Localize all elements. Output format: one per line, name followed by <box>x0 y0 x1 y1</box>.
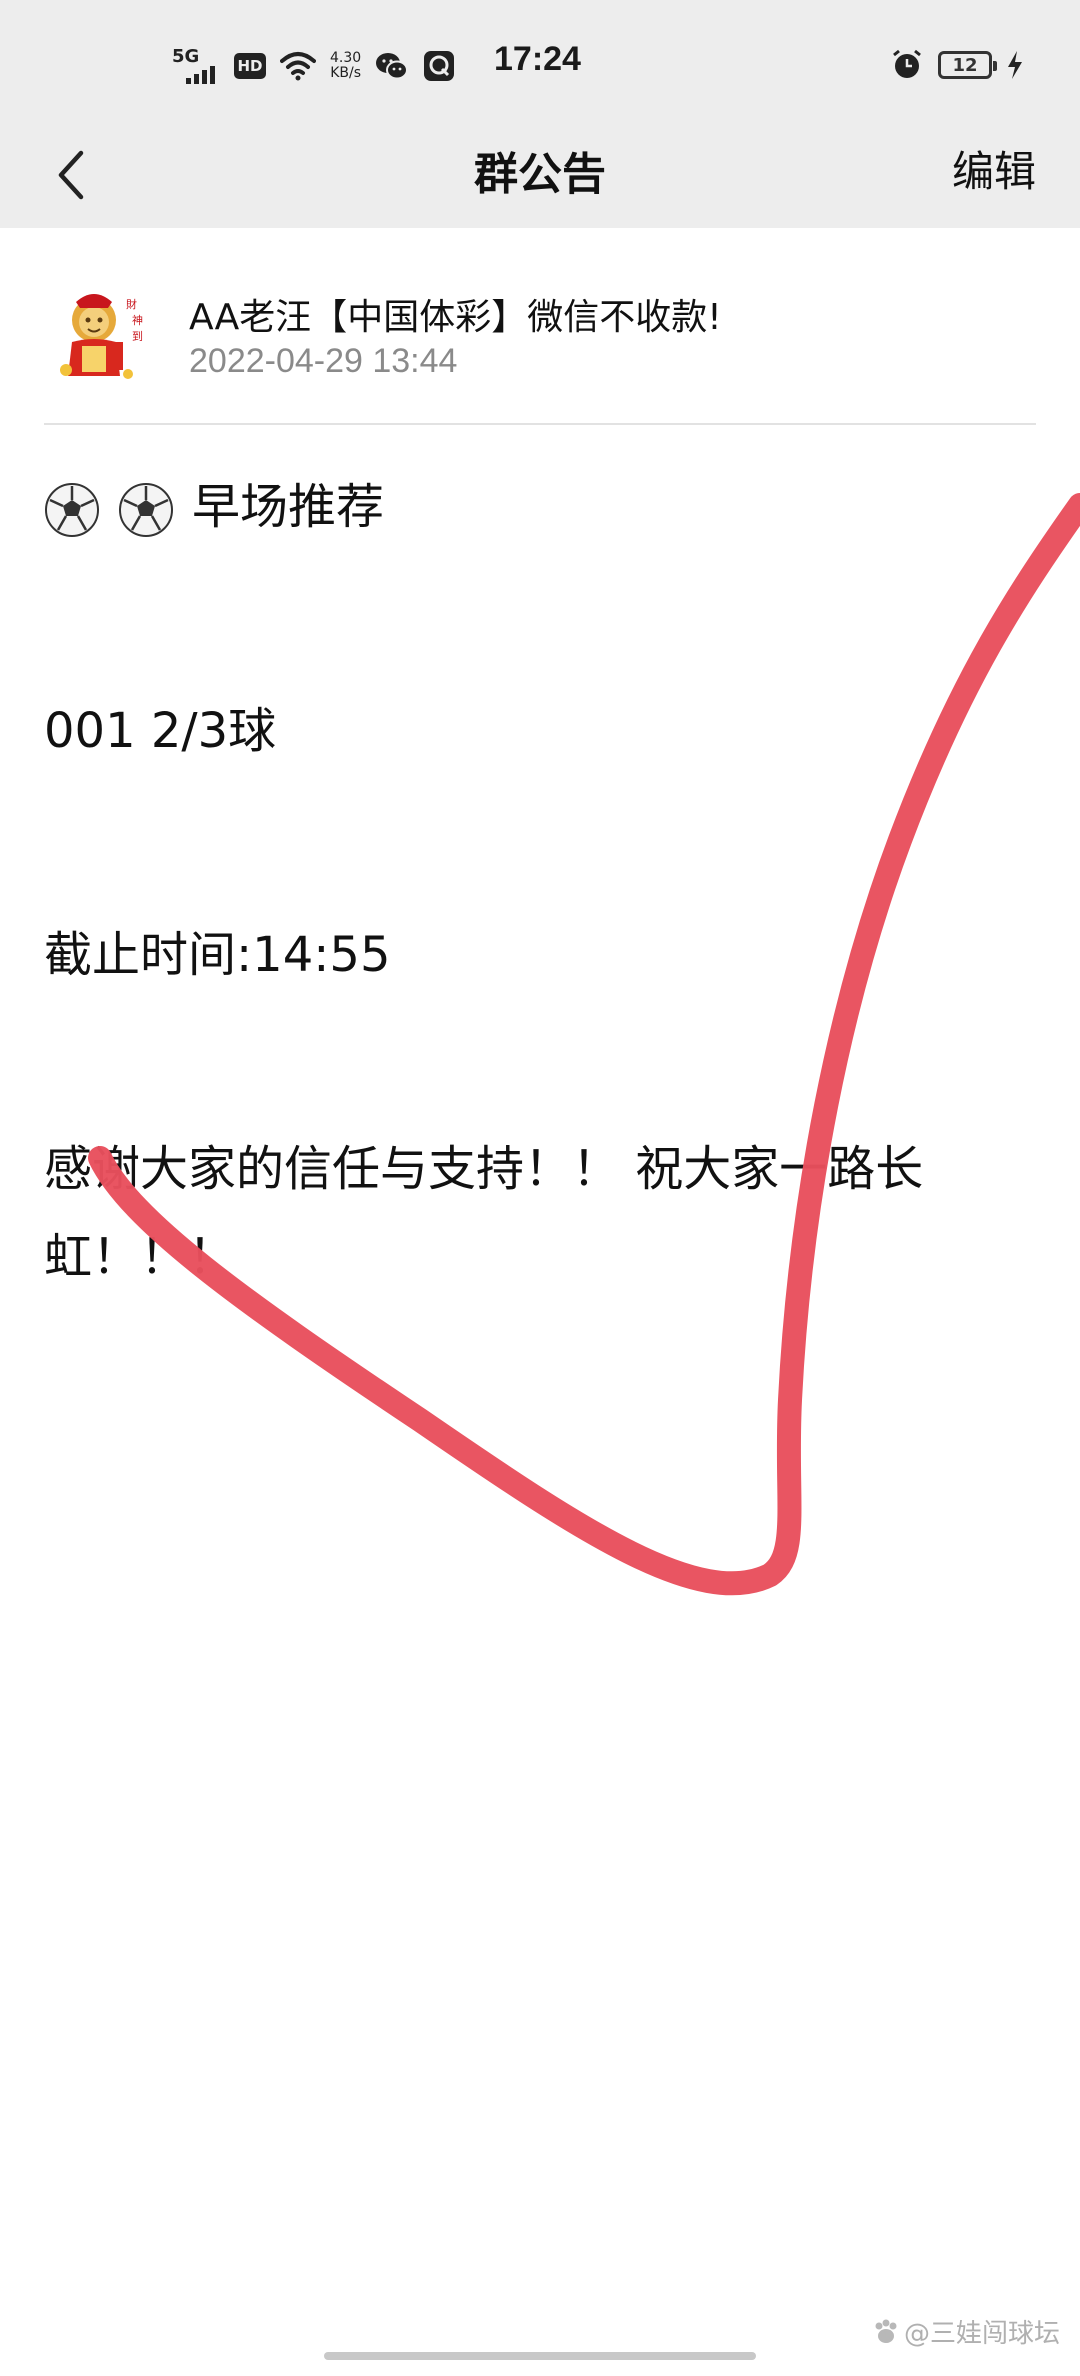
navigation-bar: 群公告 编辑 <box>0 128 1080 228</box>
paw-icon <box>875 2319 897 2343</box>
status-right-icons: 12 <box>890 44 1024 86</box>
soccer-ball-icon <box>119 483 173 537</box>
qq-notification-icon <box>424 51 455 81</box>
alarm-clock-icon <box>893 49 921 78</box>
announcement-line-2: 001 2/3球 <box>44 703 277 759</box>
soccer-ball-icon <box>45 483 99 537</box>
announcement-author-name: AA老汪【中国体彩】微信不收款! <box>189 297 722 338</box>
announcement-heading: 早场推荐 <box>192 479 385 535</box>
wifi-icon <box>280 52 316 81</box>
network-speed-value: 4.30 <box>330 50 362 66</box>
announcement-line-3: 截止时间:14:55 <box>44 927 391 983</box>
network-speed: 4.30 KB/s <box>330 51 361 81</box>
header-divider <box>44 423 1036 425</box>
cellular-signal-icon: 5G <box>172 46 220 86</box>
svg-text:財: 財 <box>126 297 137 311</box>
announcement-timestamp: 2022-04-29 13:44 <box>189 342 458 380</box>
battery-level: 12 <box>952 54 978 76</box>
edit-button[interactable]: 编辑 <box>952 138 1036 199</box>
avatar[interactable]: 財 神 到 <box>44 280 154 390</box>
svg-text:到: 到 <box>132 330 143 343</box>
network-type-label: 5G <box>172 46 200 67</box>
announcement-line-1: 早场推荐 <box>44 467 384 538</box>
network-speed-unit: KB/s <box>330 65 361 81</box>
battery-icon: 12 <box>938 51 997 79</box>
announcement-author-row: 財 神 到 AA老汪【中国体彩】微信不收款! 2022-04-29 13:44 <box>44 280 1034 404</box>
status-left-icons: 5G HD 4.30 KB/s <box>172 44 455 88</box>
hd-badge-icon: HD <box>234 53 266 79</box>
status-time: 17:24 <box>494 40 581 78</box>
wechat-icon <box>376 53 409 80</box>
watermark-text: @三娃闯球坛 <box>903 2319 1060 2349</box>
watermark: @三娃闯球坛 <box>872 2313 1060 2350</box>
status-bar: 5G HD 4.30 KB/s 17:24 12 <box>0 0 1080 128</box>
svg-text:神: 神 <box>132 313 143 327</box>
home-indicator[interactable] <box>324 2352 756 2360</box>
announcement-line-4: 感谢大家的信任与支持！！ 祝大家一路长虹！！！ <box>44 1141 924 1285</box>
charging-bolt-icon <box>1008 51 1022 79</box>
page-title: 群公告 <box>474 149 606 200</box>
